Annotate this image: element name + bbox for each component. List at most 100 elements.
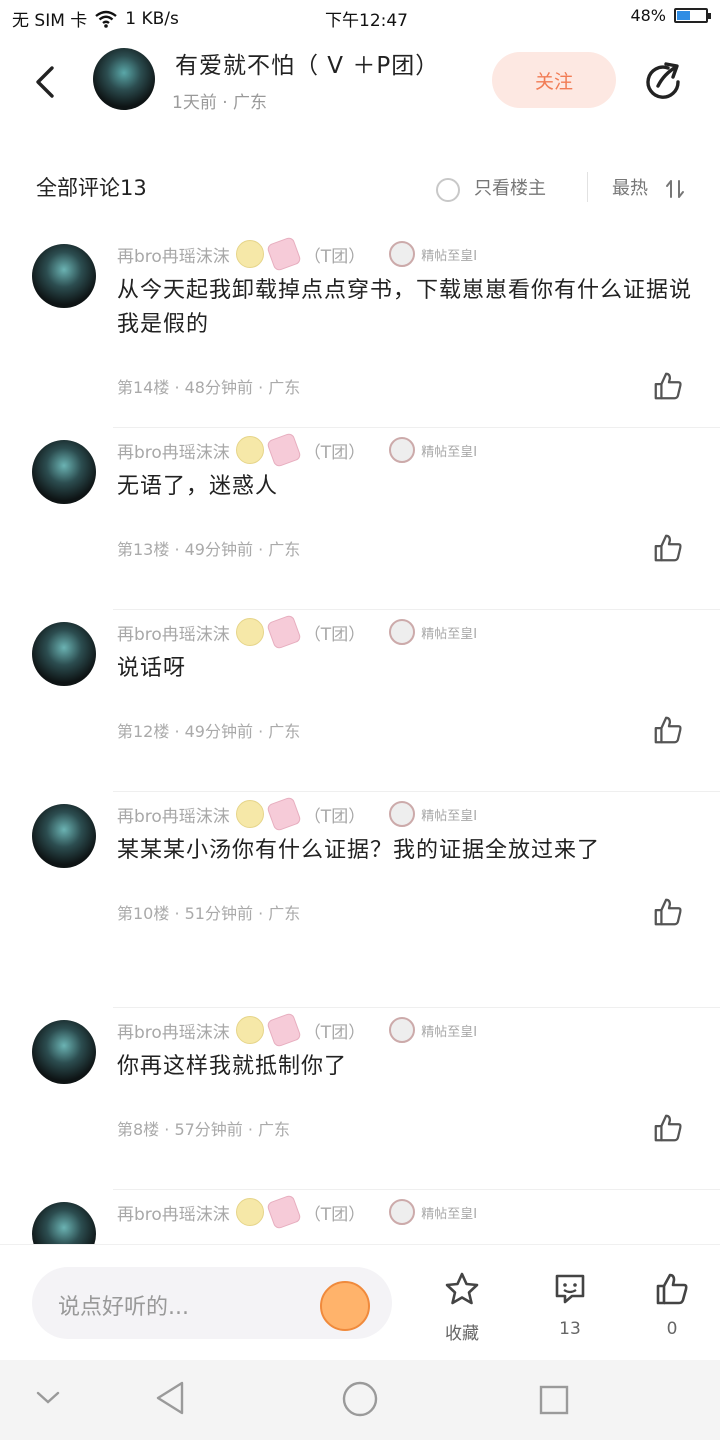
post-title: 有爱就不怕（ V ＋P团） [175, 53, 440, 79]
nav-recents-icon[interactable] [538, 1384, 570, 1416]
comment-content: 说话呀 [117, 656, 187, 681]
nail-polish-emoji-icon [265, 1012, 302, 1048]
eye-roll-emoji-icon [235, 1198, 264, 1226]
commenter-name-row[interactable]: 再bro冉瑶沫沫 （T团） 精帖至皇Ⅰ [117, 432, 478, 468]
comment-meta: 第13楼 · 49分钟前 · 广东 [117, 540, 301, 559]
eye-roll-emoji-icon [235, 800, 264, 828]
mascot-emoji-icon[interactable] [320, 1281, 370, 1331]
commenter-name: 再bro冉瑶沫沫 [117, 1204, 230, 1225]
badge-label: 精帖至皇Ⅰ [421, 808, 478, 824]
comment-item[interactable]: 再bro冉瑶沫沫 （T团） 精帖至皇Ⅰ 说话呀第12楼 · 49分钟前 · 广东 [0, 610, 720, 792]
nail-polish-emoji-icon [265, 432, 302, 468]
author-avatar[interactable] [93, 48, 155, 110]
badge-icon [389, 801, 416, 827]
star-icon [445, 1272, 479, 1305]
network-speed: 1 KB/s [125, 8, 179, 29]
only-op-radio[interactable] [436, 178, 460, 202]
comment-item[interactable]: 再bro冉瑶沫沫 （T团） 精帖至皇Ⅰ 你再这样我就抵制你了 第8楼 · 57分钟前 ·… [0, 1008, 720, 1190]
commenter-name-row[interactable]: 再bro冉瑶沫沫 （T团） 精帖至皇Ⅰ [117, 614, 477, 650]
badge-icon [389, 1017, 416, 1043]
status-right: 48% [630, 6, 711, 25]
badge-icon [389, 241, 416, 267]
comment-count-button[interactable]: 13 [530, 1263, 610, 1351]
nail-polish-emoji-icon [265, 1194, 302, 1230]
badge-icon [389, 1199, 416, 1225]
battery-fill [677, 11, 691, 20]
badge-label: 精帖至皇Ⅰ [421, 444, 478, 460]
commenter-name-row[interactable]: 再bro冉瑶沫沫 （T团） 精帖至皇Ⅰ [117, 1012, 478, 1048]
commenter-tag: （T团） [303, 442, 366, 463]
sim-status: 无 SIM 卡 [12, 11, 88, 31]
commenter-name: 再bro冉瑶沫沫 [117, 442, 230, 463]
eye-roll-emoji-icon [235, 240, 264, 268]
thumbs-up-icon[interactable] [652, 1112, 684, 1144]
badge-icon [389, 619, 416, 645]
badge-icon [389, 437, 416, 463]
sort-icon[interactable] [664, 178, 686, 200]
nail-polish-emoji-icon [265, 614, 302, 650]
badge-label: 精帖至皇Ⅰ [421, 1024, 478, 1040]
battery-icon [674, 8, 711, 23]
all-comments-label: 全部评论13 [36, 176, 147, 200]
commenter-avatar[interactable] [32, 440, 96, 504]
commenter-avatar[interactable] [32, 1202, 96, 1244]
status-left: 无 SIM 卡 1 KB/s [12, 6, 179, 32]
nav-home-icon[interactable] [341, 1380, 379, 1418]
favorite-label: 收藏 [445, 1324, 479, 1344]
status-bar: 无 SIM 卡 1 KB/s 下午12:47 48% [0, 0, 720, 34]
comment-list: 再bro冉瑶沫沫 （T团） 精帖至皇Ⅰ 从今天起我卸载掉点点穿书，下载崽崽看你有什么证… [0, 232, 720, 1244]
nav-back-icon[interactable] [154, 1380, 186, 1416]
commenter-avatar[interactable] [32, 1020, 96, 1084]
comment-content: 从今天起我卸载掉点点穿书，下载崽崽看你有什么证据说我是假的 [117, 278, 693, 337]
comment-meta: 第12楼 · 49分钟前 · 广东 [117, 722, 301, 741]
commenter-name-row[interactable]: 再bro冉瑶沫沫 （T团） 精帖至皇Ⅰ [117, 1194, 477, 1230]
commenter-tag: （T团） [303, 1022, 366, 1043]
only-op-label[interactable]: 只看楼主 [474, 174, 546, 200]
chevron-left-icon[interactable] [30, 64, 66, 100]
thumbs-up-icon[interactable] [652, 896, 684, 928]
battery-percent: 48% [630, 6, 666, 25]
eye-roll-emoji-icon [235, 436, 264, 464]
chevron-down-icon[interactable] [36, 1390, 60, 1406]
share-icon[interactable] [642, 60, 686, 104]
commenter-tag: （T团） [303, 624, 366, 645]
thumbs-up-icon [656, 1273, 688, 1305]
commenter-name-row[interactable]: 再bro冉瑶沫沫 （T团） 精帖至皇Ⅰ [117, 796, 478, 832]
nail-polish-emoji-icon [265, 796, 302, 832]
thumbs-up-icon[interactable] [652, 714, 684, 746]
wifi-icon [95, 10, 118, 28]
commenter-name: 再bro冉瑶沫沫 [117, 1022, 230, 1043]
commenter-avatar[interactable] [32, 804, 96, 868]
comment-icon [555, 1274, 585, 1304]
bottom-action-bar: 说点好听的... 收藏 13 0 [0, 1244, 720, 1361]
comment-item[interactable]: 再bro冉瑶沫沫 （T团） 精帖至皇Ⅰ 从今天起我卸载掉点点穿书，下载崽崽看你有什么证… [0, 232, 720, 428]
post-time-location: 1天前 · 广东 [172, 93, 268, 113]
sort-button[interactable]: 最热 [612, 174, 648, 200]
favorite-button[interactable]: 收藏 [422, 1263, 502, 1351]
comment-meta: 第10楼 · 51分钟前 · 广东 [117, 904, 301, 923]
commenter-avatar[interactable] [32, 244, 96, 308]
comment-meta: 第14楼 · 48分钟前 · 广东 [117, 378, 301, 397]
thumbs-up-icon[interactable] [652, 370, 684, 402]
commenter-name: 再bro冉瑶沫沫 [117, 806, 230, 827]
comment-meta: 第8楼 · 57分钟前 · 广东 [117, 1120, 291, 1139]
comment-content: 某某某小汤你有什么证据？我的证据全放过来了 [117, 838, 601, 863]
comment-item[interactable]: 再bro冉瑶沫沫 （T团） 精帖至皇Ⅰ [0, 1190, 720, 1244]
thumbs-up-icon[interactable] [652, 532, 684, 564]
comment-item[interactable]: 再bro冉瑶沫沫 （T团） 精帖至皇Ⅰ 某某某小汤你有什么证据？我的证据全放过来了第1… [0, 792, 720, 1008]
clock: 下午12:47 [325, 11, 408, 31]
commenter-tag: （T团） [303, 1204, 366, 1225]
follow-button[interactable]: 关注 [492, 52, 616, 108]
comment-item[interactable]: 再bro冉瑶沫沫 （T团） 精帖至皇Ⅰ 无语了，迷惑人第13楼 · 49分钟前 · 广… [0, 428, 720, 610]
commenter-name: 再bro冉瑶沫沫 [117, 246, 230, 267]
eye-roll-emoji-icon [235, 1016, 264, 1044]
comment-input[interactable]: 说点好听的... [32, 1267, 392, 1339]
comment-content: 无语了，迷惑人 [117, 474, 279, 499]
comments-toolbar: 全部评论13 只看楼主 最热 [0, 160, 720, 212]
commenter-name-row[interactable]: 再bro冉瑶沫沫 （T团） 精帖至皇Ⅰ [117, 236, 478, 272]
badge-label: 精帖至皇Ⅰ [421, 248, 478, 264]
eye-roll-emoji-icon [235, 618, 264, 646]
commenter-avatar[interactable] [32, 622, 96, 686]
divider [587, 172, 588, 202]
like-post-button[interactable]: 0 [632, 1263, 712, 1351]
